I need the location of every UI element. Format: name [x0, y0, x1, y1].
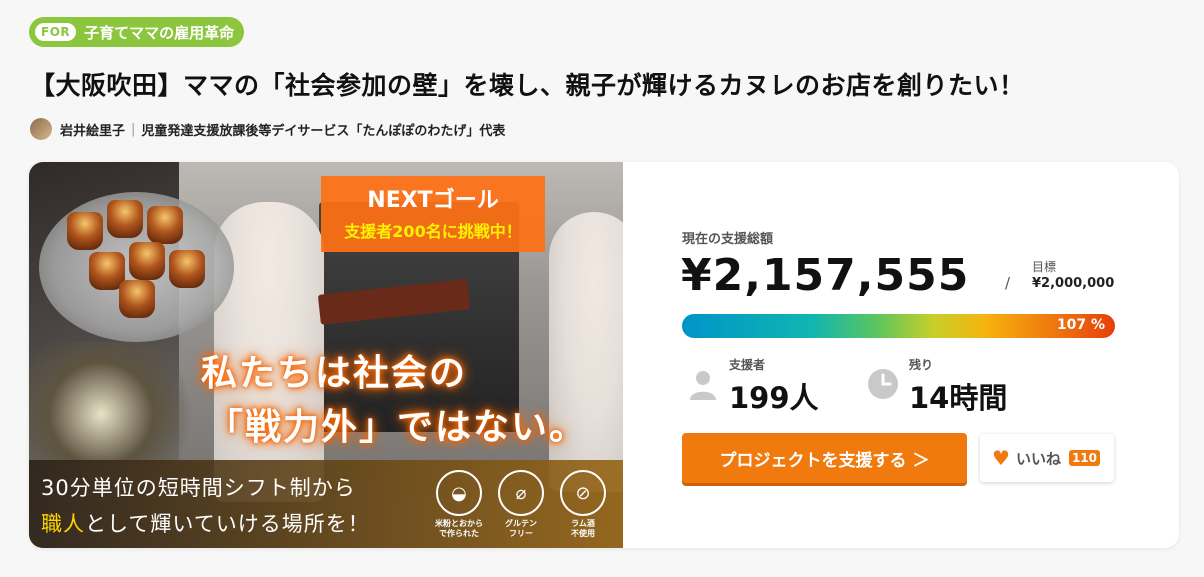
band-highlight: 職人 — [41, 512, 85, 536]
like-button[interactable]: ♥ いいね 110 — [980, 434, 1114, 482]
canele — [107, 200, 143, 238]
remaining-label: 残り — [909, 358, 934, 372]
remaining-value: 14時間 — [909, 381, 1008, 415]
remaining-stat: 残り 14時間 — [867, 356, 1007, 417]
category-tag[interactable]: FOR 子育てママの雇用革命 — [29, 17, 245, 47]
like-label: いいね — [1015, 449, 1061, 468]
progress-bar: 107 % — [682, 314, 1115, 338]
project-card: NEXTゴール 支援者200名に挑戦中！ 私たちは社会の 「戦力外」ではない。 … — [29, 162, 1179, 548]
amount-separator: / — [1005, 274, 1011, 292]
catch-line-1: 私たちは社会の — [201, 353, 468, 394]
supporters-stat: 支援者 199人 — [687, 356, 819, 417]
band-line-2-rest: として輝いていける場所を！ — [85, 512, 370, 536]
supporters-label: 支援者 — [729, 358, 766, 372]
tag-prefix: FOR — [35, 23, 77, 41]
clock-icon — [868, 369, 898, 399]
flowers — [29, 342, 209, 462]
rice-bowl-icon: ◒ — [436, 470, 482, 516]
total-label: 現在の支援総額 — [682, 232, 774, 247]
canele — [119, 280, 155, 318]
canele — [169, 250, 205, 288]
funding-panel: 現在の支援総額 ¥2,157,555 / 目標 ¥2,000,000 107 %… — [623, 162, 1179, 548]
person-icon — [690, 371, 716, 400]
supporters-value: 199人 — [729, 381, 819, 415]
next-goal-title: NEXTゴール — [367, 188, 499, 213]
like-count: 110 — [1068, 450, 1101, 466]
avatar[interactable] — [30, 118, 52, 140]
bottle-icon: ⊘ — [560, 470, 606, 516]
next-goal-box: NEXTゴール 支援者200名に挑戦中！ — [321, 176, 545, 252]
band-line-2: 職人として輝いていける場所を！ — [41, 508, 370, 538]
hero-bottom-band: 30分単位の短時間シフト制から 職人として輝いていける場所を！ ◒ 米粉とおから… — [29, 460, 623, 548]
tag-label: 子育てママの雇用革命 — [84, 23, 235, 42]
badge-caption: ラム酒 不使用 — [571, 519, 595, 538]
canele — [129, 242, 165, 280]
badge-rum: ⊘ ラム酒 不使用 — [557, 470, 609, 539]
goal-amount: ¥2,000,000 — [1032, 276, 1115, 291]
badge-rice: ◒ 米粉とおから で作られた — [433, 470, 485, 539]
badge-gluten: ⌀ グルテン フリー — [495, 470, 547, 539]
canele — [147, 206, 183, 244]
heart-icon: ♥ — [992, 446, 1010, 470]
baker-right — [549, 212, 623, 492]
total-amount: ¥2,157,555 — [681, 250, 970, 301]
project-hero-image[interactable]: NEXTゴール 支援者200名に挑戦中！ 私たちは社会の 「戦力外」ではない。 … — [29, 162, 623, 548]
badge-caption: グルテン フリー — [505, 519, 537, 538]
canele — [67, 212, 103, 250]
next-goal-text: 支援者200名に挑戦中！ — [344, 222, 522, 241]
catch-line-2: 「戦力外」ではない。 — [207, 407, 588, 448]
wheat-icon: ⌀ — [498, 470, 544, 516]
support-project-button[interactable]: プロジェクトを支援する ＞ — [682, 433, 967, 483]
goal-label: 目標 — [1032, 260, 1057, 274]
band-line-1: 30分単位の短時間シフト制から — [41, 476, 356, 500]
author-line: 岩井絵里子 | 児童発達支援放課後等デイサービス「たんぽぽのわたげ」代表 — [30, 118, 505, 140]
progress-percent: 107 % — [1056, 317, 1105, 333]
author-role: 児童発達支援放課後等デイサービス「たんぽぽのわたげ」代表 — [141, 123, 506, 139]
badge-caption: 米粉とおから で作られた — [435, 519, 483, 538]
author-separator: | — [131, 121, 136, 137]
author-name[interactable]: 岩井絵里子 — [60, 120, 125, 139]
project-title: 【大阪吹田】ママの「社会参加の壁」を壊し、親子が輝けるカヌレのお店を創りたい！ — [30, 71, 1025, 100]
